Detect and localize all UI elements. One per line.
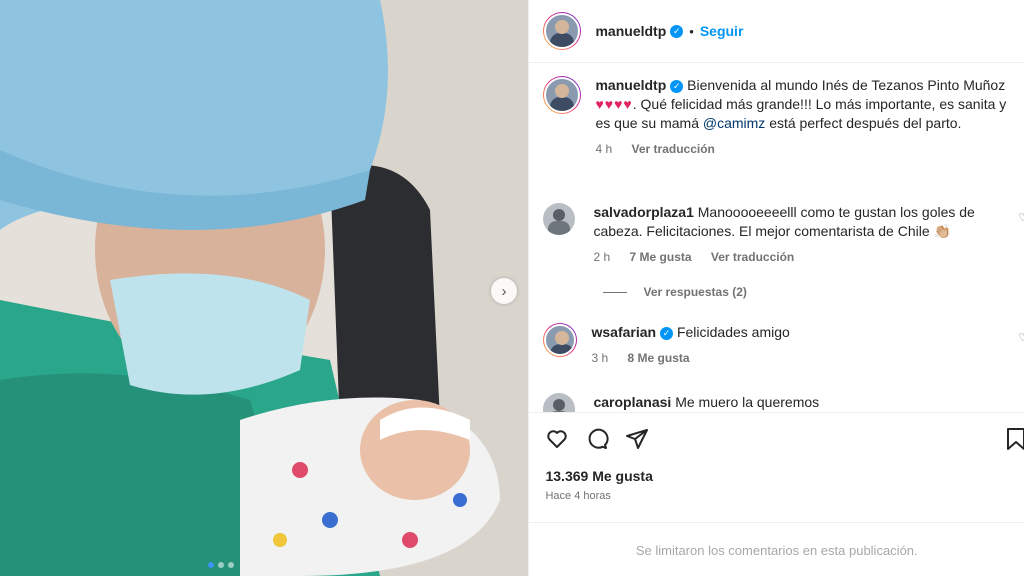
carousel-dot	[208, 562, 214, 568]
instagram-post: › manueldtp ✓ • Seguir manueldtp ✓ Bienve…	[0, 0, 1024, 576]
comment-text: Me muero la queremos	[675, 394, 820, 410]
translate-link[interactable]: Ver traducción	[711, 250, 794, 264]
caption-text: Bienvenida al mundo Inés de Tezanos Pint…	[687, 77, 1006, 93]
photo-illustration	[0, 0, 529, 576]
comment-text: Felicidades amigo	[676, 324, 790, 340]
comments-limited-notice: Se limitaron los comentarios en esta pub…	[529, 522, 1024, 577]
mention-link[interactable]: @camimz	[703, 115, 765, 131]
avatar[interactable]	[543, 76, 582, 114]
comment-item: caroplanasi Me muero la queremos	[543, 393, 1024, 412]
verified-badge-icon: ✓	[660, 326, 674, 340]
next-photo-button[interactable]: ›	[491, 278, 517, 304]
view-replies-button[interactable]: Ver respuestas (2)	[603, 285, 747, 299]
post-time: Hace 4 horas	[545, 490, 611, 502]
username-link[interactable]: manueldtp	[595, 23, 666, 39]
comment-time: 3 h	[591, 351, 609, 365]
comment-likes[interactable]: 8 Me gusta	[628, 351, 690, 365]
caption-username[interactable]: manueldtp	[595, 77, 666, 93]
bookmark-icon[interactable]	[1004, 427, 1024, 451]
caption-text: está perfect después del parto.	[769, 115, 962, 131]
translate-link[interactable]: Ver traducción	[632, 142, 715, 156]
comment-username[interactable]: caroplanasi	[593, 394, 671, 410]
comment-likes[interactable]: 7 Me gusta	[630, 250, 692, 264]
avatar[interactable]	[543, 393, 576, 412]
chevron-right-icon: ›	[501, 282, 507, 300]
heart-icon[interactable]	[545, 427, 569, 451]
comment-username[interactable]: wsafarian	[591, 324, 656, 340]
verified-badge-icon: ✓	[670, 79, 684, 93]
separator: •	[689, 23, 694, 39]
comments-list[interactable]: manueldtp ✓ Bienvenida al mundo Inés de T…	[529, 63, 1024, 412]
carousel-dot	[218, 562, 224, 568]
comment-icon[interactable]	[585, 427, 610, 451]
share-icon[interactable]	[625, 427, 649, 451]
carousel-dots	[208, 562, 234, 568]
verified-badge-icon: ✓	[670, 24, 684, 38]
comment-item: wsafarian ✓ Felicidades amigo 3 h 8 Me gu…	[543, 323, 1024, 368]
post-side-panel: manueldtp ✓ • Seguir manueldtp ✓ Bienveni…	[528, 0, 1024, 576]
post-header: manueldtp ✓ • Seguir	[529, 0, 1024, 63]
heart-icon[interactable]: ♡	[1018, 211, 1024, 224]
carousel-dot	[228, 562, 234, 568]
action-bar	[529, 412, 1024, 465]
comment-item: salvadorplaza1 Manooooeeeelll como te gu…	[543, 203, 1024, 267]
notice-text: Se limitaron los comentarios en esta pub…	[635, 542, 918, 558]
avatar[interactable]	[543, 203, 576, 235]
avatar[interactable]	[543, 12, 582, 50]
follow-button[interactable]: Seguir	[700, 23, 744, 39]
avatar[interactable]	[543, 323, 578, 357]
caption: manueldtp ✓ Bienvenida al mundo Inés de T…	[543, 76, 1024, 159]
comment-time: 2 h	[593, 250, 611, 264]
caption-time: 4 h	[595, 142, 613, 156]
like-count[interactable]: 13.369 Me gusta	[545, 468, 652, 484]
heart-icon[interactable]: ♡	[1018, 331, 1024, 344]
post-photo: ›	[0, 0, 529, 576]
divider	[603, 291, 628, 293]
view-replies-label[interactable]: Ver respuestas (2)	[643, 285, 746, 299]
hearts-emoji: ♥♥♥♥	[595, 96, 633, 112]
comment-username[interactable]: salvadorplaza1	[593, 204, 693, 220]
